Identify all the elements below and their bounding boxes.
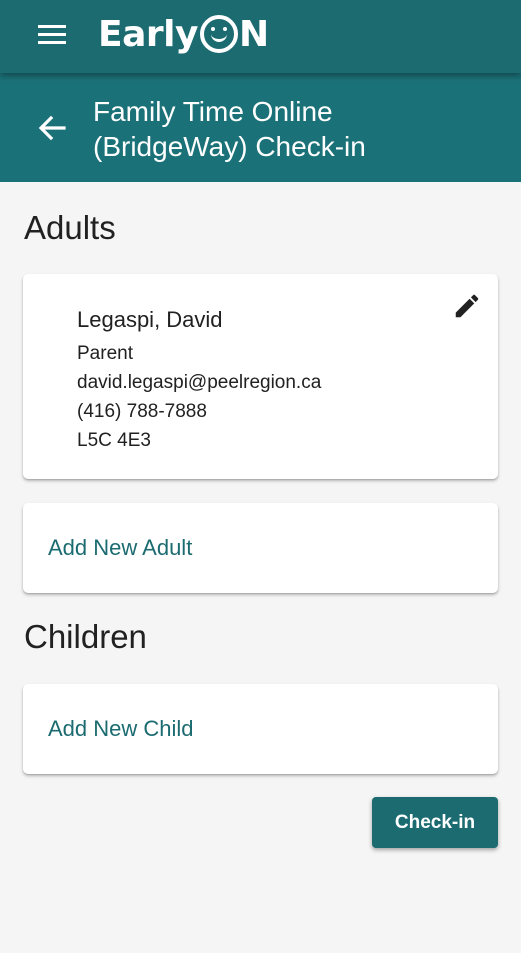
add-new-adult-button[interactable]: Add New Adult [23, 503, 498, 593]
pencil-icon[interactable] [452, 291, 482, 321]
add-new-child-button[interactable]: Add New Child [23, 684, 498, 774]
adult-postal-code: L5C 4E3 [77, 430, 151, 451]
check-in-button[interactable]: Check-in [372, 797, 498, 848]
adults-section-title: Adults [24, 209, 116, 246]
page-header: Family Time Online (BridgeWay) Check-in [0, 73, 521, 182]
hamburger-menu-icon[interactable] [36, 22, 68, 48]
arrow-left-icon[interactable] [36, 113, 68, 143]
adult-phone: (416) 788-7888 [77, 401, 207, 422]
add-new-adult-label: Add New Adult [48, 535, 193, 560]
logo-text-early: Early [98, 13, 198, 55]
app-bar: Early N [0, 0, 521, 73]
earlyon-logo: Early N [98, 10, 269, 58]
adult-card: Legaspi, David Parent david.legaspi@peel… [23, 274, 498, 479]
children-section-title: Children [24, 618, 147, 655]
adult-email: david.legaspi@peelregion.ca [77, 372, 322, 393]
add-new-child-label: Add New Child [48, 716, 194, 741]
page-title-line1: Family Time Online [93, 96, 333, 127]
smiley-icon [199, 15, 238, 53]
page-title-line2: (BridgeWay) Check-in [93, 131, 366, 162]
logo-text-n: N [238, 13, 269, 55]
adult-name: Legaspi, David [77, 307, 223, 332]
adult-role: Parent [77, 343, 133, 364]
page-title: Family Time Online (BridgeWay) Check-in [93, 94, 503, 164]
